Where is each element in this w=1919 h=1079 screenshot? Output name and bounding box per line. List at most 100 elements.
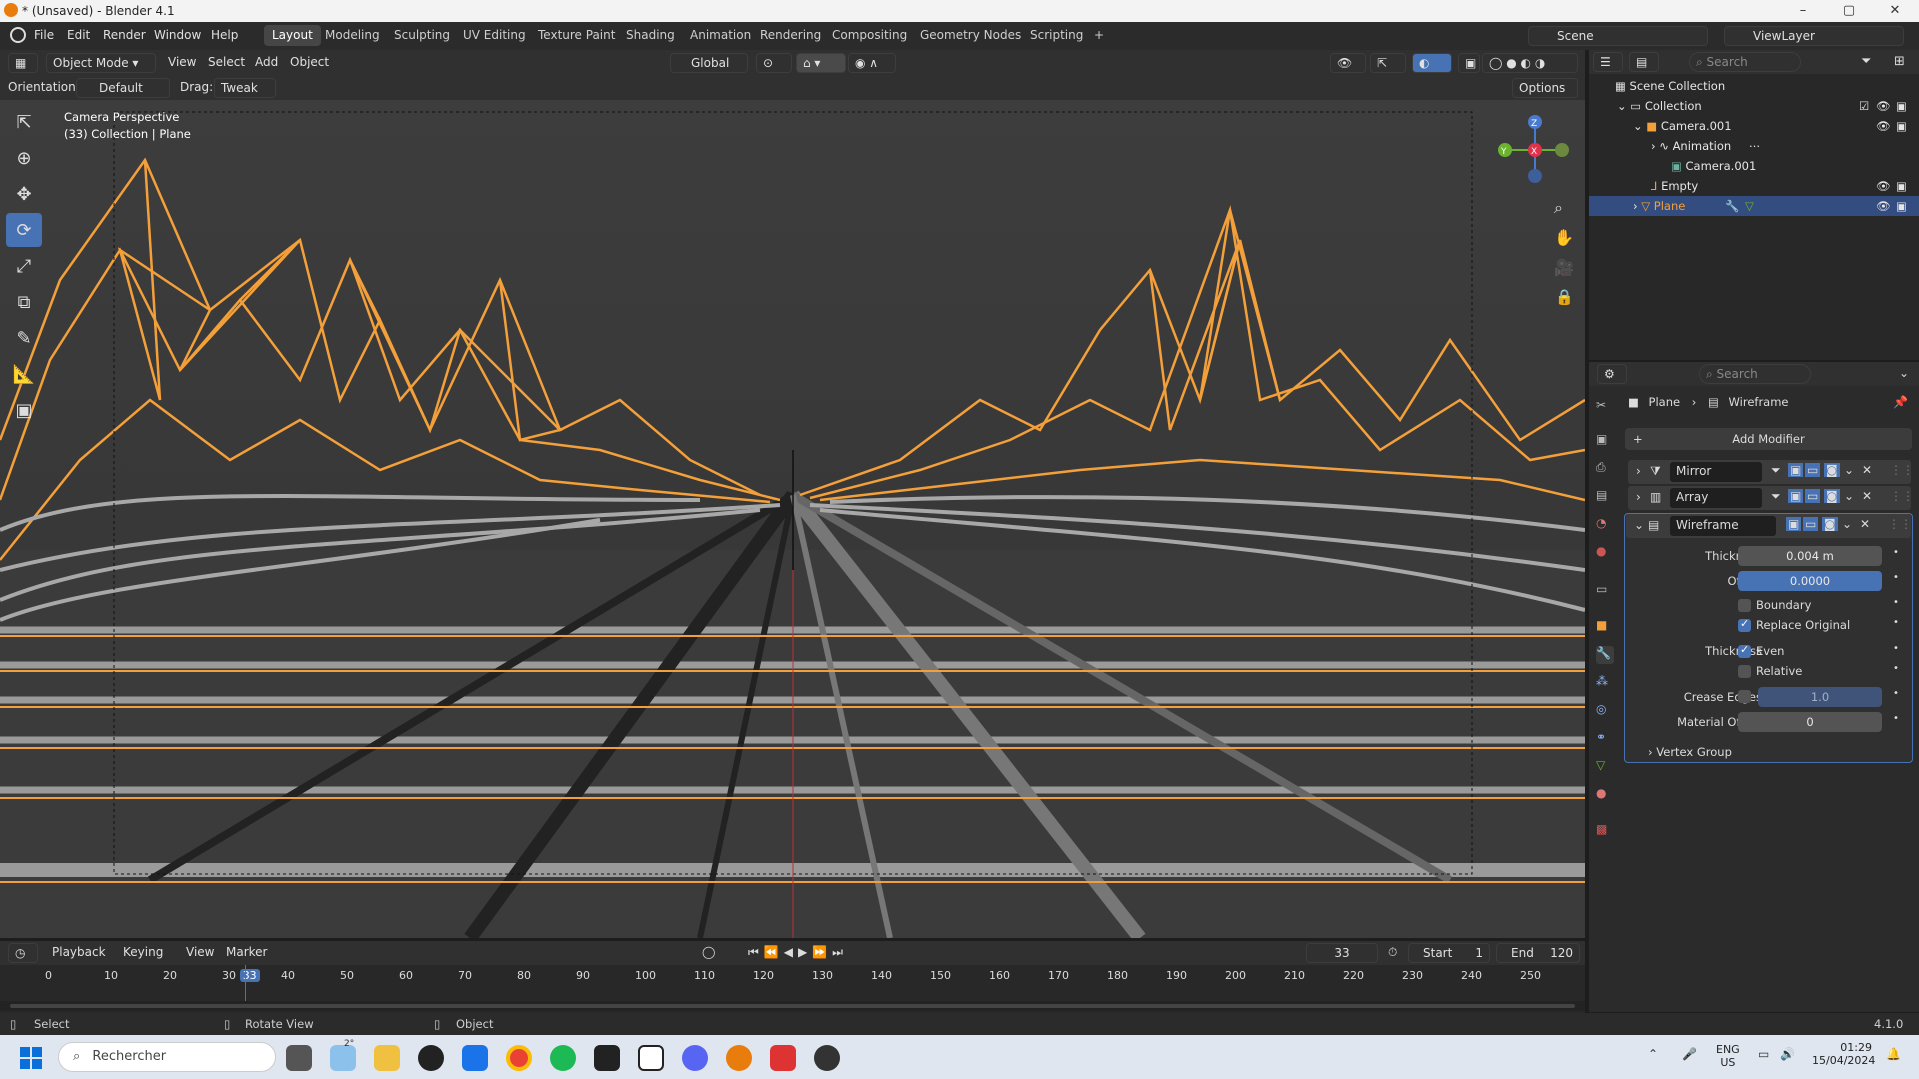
rotate-tool-icon[interactable]: ⟳ (6, 213, 42, 247)
camera-render-icon[interactable]: ▣ (1896, 116, 1907, 136)
tray-chevron-icon[interactable]: ⌃ (1648, 1047, 1658, 1061)
lock-icon[interactable]: 🔒 (1555, 288, 1574, 306)
tab-shading[interactable]: Shading (618, 25, 683, 46)
menu-render[interactable]: Render (103, 28, 146, 42)
vertex-group-subpanel[interactable]: › Vertex Group (1648, 745, 1732, 759)
edit-mode-icon[interactable]: ⏷ (1771, 463, 1781, 478)
maximize-button[interactable]: ▢ (1826, 0, 1872, 22)
render-display-icon[interactable]: ◙ (1822, 517, 1838, 531)
select-tool-icon[interactable]: ⇱ (6, 105, 42, 139)
outliner-row-camera[interactable]: ⌄ ■ Camera.001 👁 ▣ (1589, 116, 1919, 136)
eye-icon[interactable]: 👁 (1876, 96, 1891, 116)
measure-tool-icon[interactable]: 📐 (6, 357, 42, 391)
options-chevron-icon[interactable]: ⌄ (1899, 366, 1909, 380)
output-tab-icon[interactable]: ⎙ (1596, 460, 1614, 478)
camera-view-icon[interactable]: 🎥 (1554, 258, 1574, 277)
outliner-row-collection[interactable]: ⌄ ▭ Collection ☑ 👁 ▣ (1589, 96, 1919, 116)
material-offset-field[interactable]: 0 (1738, 712, 1882, 732)
visibility-icon[interactable]: 👁 (1330, 53, 1366, 73)
render-tab-icon[interactable]: ▣ (1596, 432, 1614, 450)
onCage-icon[interactable]: ▣ (1786, 517, 1802, 531)
pivot-icon[interactable]: ⊙ (756, 53, 792, 73)
menu-help[interactable]: Help (211, 28, 238, 42)
expand-chevron-icon[interactable]: ⌄ (1633, 119, 1643, 133)
tab-geometry-nodes[interactable]: Geometry Nodes (912, 25, 1029, 46)
menu-marker[interactable]: Marker (226, 945, 267, 959)
modifier-wireframe[interactable]: ⌄ ▤ Wireframe ▣ ▭ ◙ ⌄ ✕ ⋮⋮ (1626, 514, 1912, 538)
menu-view[interactable]: View (168, 55, 196, 69)
outliner-editor-icon[interactable]: ☰ (1593, 52, 1623, 72)
modifier-tab-icon[interactable]: 🔧 (1596, 646, 1614, 664)
thickness-field[interactable]: 0.004 m (1738, 546, 1882, 566)
tab-scripting[interactable]: Scripting (1022, 25, 1091, 46)
camera-render-icon[interactable]: ▣ (1896, 176, 1907, 196)
transform-orientation-selector[interactable]: Global (670, 53, 748, 73)
tab-uv-editing[interactable]: UV Editing (455, 25, 534, 46)
obs-icon[interactable] (814, 1045, 840, 1071)
filter-icon[interactable]: ⏷ (1861, 54, 1871, 69)
blender-icon[interactable] (726, 1045, 752, 1071)
timeline-editor-icon[interactable]: ◷ (8, 943, 38, 963)
checkbox-icon[interactable]: ☑ (1859, 96, 1869, 116)
keyframe-dot-icon[interactable]: • (1893, 688, 1899, 699)
calendar-icon[interactable] (594, 1045, 620, 1071)
current-frame-field[interactable]: 33 (1306, 943, 1378, 963)
close-window-button[interactable]: ✕ (1872, 0, 1918, 22)
notion-icon[interactable] (638, 1045, 664, 1071)
world-tab-icon[interactable]: ● (1596, 544, 1614, 562)
add-cube-tool-icon[interactable]: ▣ (6, 393, 42, 427)
outliner-search-input[interactable]: ⌕ Search (1689, 52, 1801, 72)
properties-search-input[interactable]: ⌕ Search (1699, 364, 1811, 384)
boundary-checkbox[interactable] (1738, 599, 1751, 612)
notification-icon[interactable]: 🔔 (1886, 1047, 1901, 1061)
autokey-icon[interactable]: ◯ (702, 945, 715, 959)
tab-sculpting[interactable]: Sculpting (386, 25, 458, 46)
drag-selector[interactable]: Tweak (214, 78, 276, 98)
outliner-row-camera-data[interactable]: ▣ Camera.001 (1589, 156, 1919, 176)
clock-icon[interactable]: ⏱ (1388, 945, 1397, 960)
tab-rendering[interactable]: Rendering (752, 25, 829, 46)
3d-viewport[interactable]: Camera Perspective (33) Collection | Pla… (0, 100, 1585, 938)
navigation-gizmo[interactable]: Z Y X (1490, 110, 1570, 190)
keyframe-dot-icon[interactable]: • (1893, 547, 1899, 558)
end-frame-field[interactable]: End 120 (1496, 943, 1580, 963)
expand-chevron-icon[interactable]: › (1633, 199, 1638, 213)
tab-texture-paint[interactable]: Texture Paint (530, 25, 623, 46)
overlays-icon[interactable]: ◐ (1412, 53, 1452, 73)
discord-icon[interactable] (682, 1045, 708, 1071)
blender-menu-icon[interactable] (10, 27, 26, 43)
menu-select[interactable]: Select (208, 55, 245, 69)
menu-file[interactable]: File (34, 28, 54, 42)
timeline-scrollbar[interactable] (0, 1001, 1585, 1011)
scale-tool-icon[interactable]: ⤢ (6, 249, 42, 283)
windows-start-icon[interactable] (20, 1047, 42, 1069)
tool-tab-icon[interactable]: ✂ (1596, 398, 1614, 416)
viewport-display-icon[interactable]: ▭ (1803, 517, 1819, 531)
transform-tool-icon[interactable]: ⧉ (6, 285, 42, 319)
tab-animation[interactable]: Animation (682, 25, 759, 46)
data-tab-icon[interactable]: ▽ (1596, 758, 1614, 776)
camera-render-icon[interactable]: ▣ (1896, 196, 1907, 216)
texture-tab-icon[interactable]: ▩ (1596, 822, 1614, 840)
expand-chevron-icon[interactable]: › (1636, 490, 1641, 504)
eye-icon[interactable]: 👁 (1876, 116, 1891, 136)
spotify-icon[interactable] (550, 1045, 576, 1071)
edit-mode-icon[interactable]: ⏷ (1771, 489, 1781, 504)
taskbar-search-input[interactable]: ⌕ Rechercher (58, 1042, 276, 1072)
menu-playback[interactable]: Playback (52, 945, 106, 959)
eye-icon[interactable]: 👁 (1876, 196, 1891, 216)
add-workspace-button[interactable]: + (1086, 25, 1112, 46)
keyframe-dot-icon[interactable]: • (1893, 663, 1899, 674)
remove-modifier-icon[interactable]: ✕ (1862, 463, 1872, 477)
dropdown-chevron-icon[interactable]: ⌄ (1844, 463, 1854, 477)
mail-icon[interactable] (462, 1045, 488, 1071)
volume-icon[interactable]: 🔊 (1780, 1047, 1795, 1061)
add-modifier-button[interactable]: + Add Modifier (1625, 428, 1912, 450)
remove-modifier-icon[interactable]: ✕ (1862, 489, 1872, 503)
outliner-row-animation[interactable]: › ∿ Animation ⋯ (1589, 136, 1919, 156)
menu-edit[interactable]: Edit (67, 28, 90, 42)
render-display-icon[interactable]: ◙ (1824, 489, 1840, 503)
options-dropdown[interactable]: Options (1512, 78, 1578, 98)
drag-handle-icon[interactable]: ⋮⋮ (1890, 489, 1914, 503)
expand-chevron-icon[interactable]: ⌄ (1617, 99, 1627, 113)
